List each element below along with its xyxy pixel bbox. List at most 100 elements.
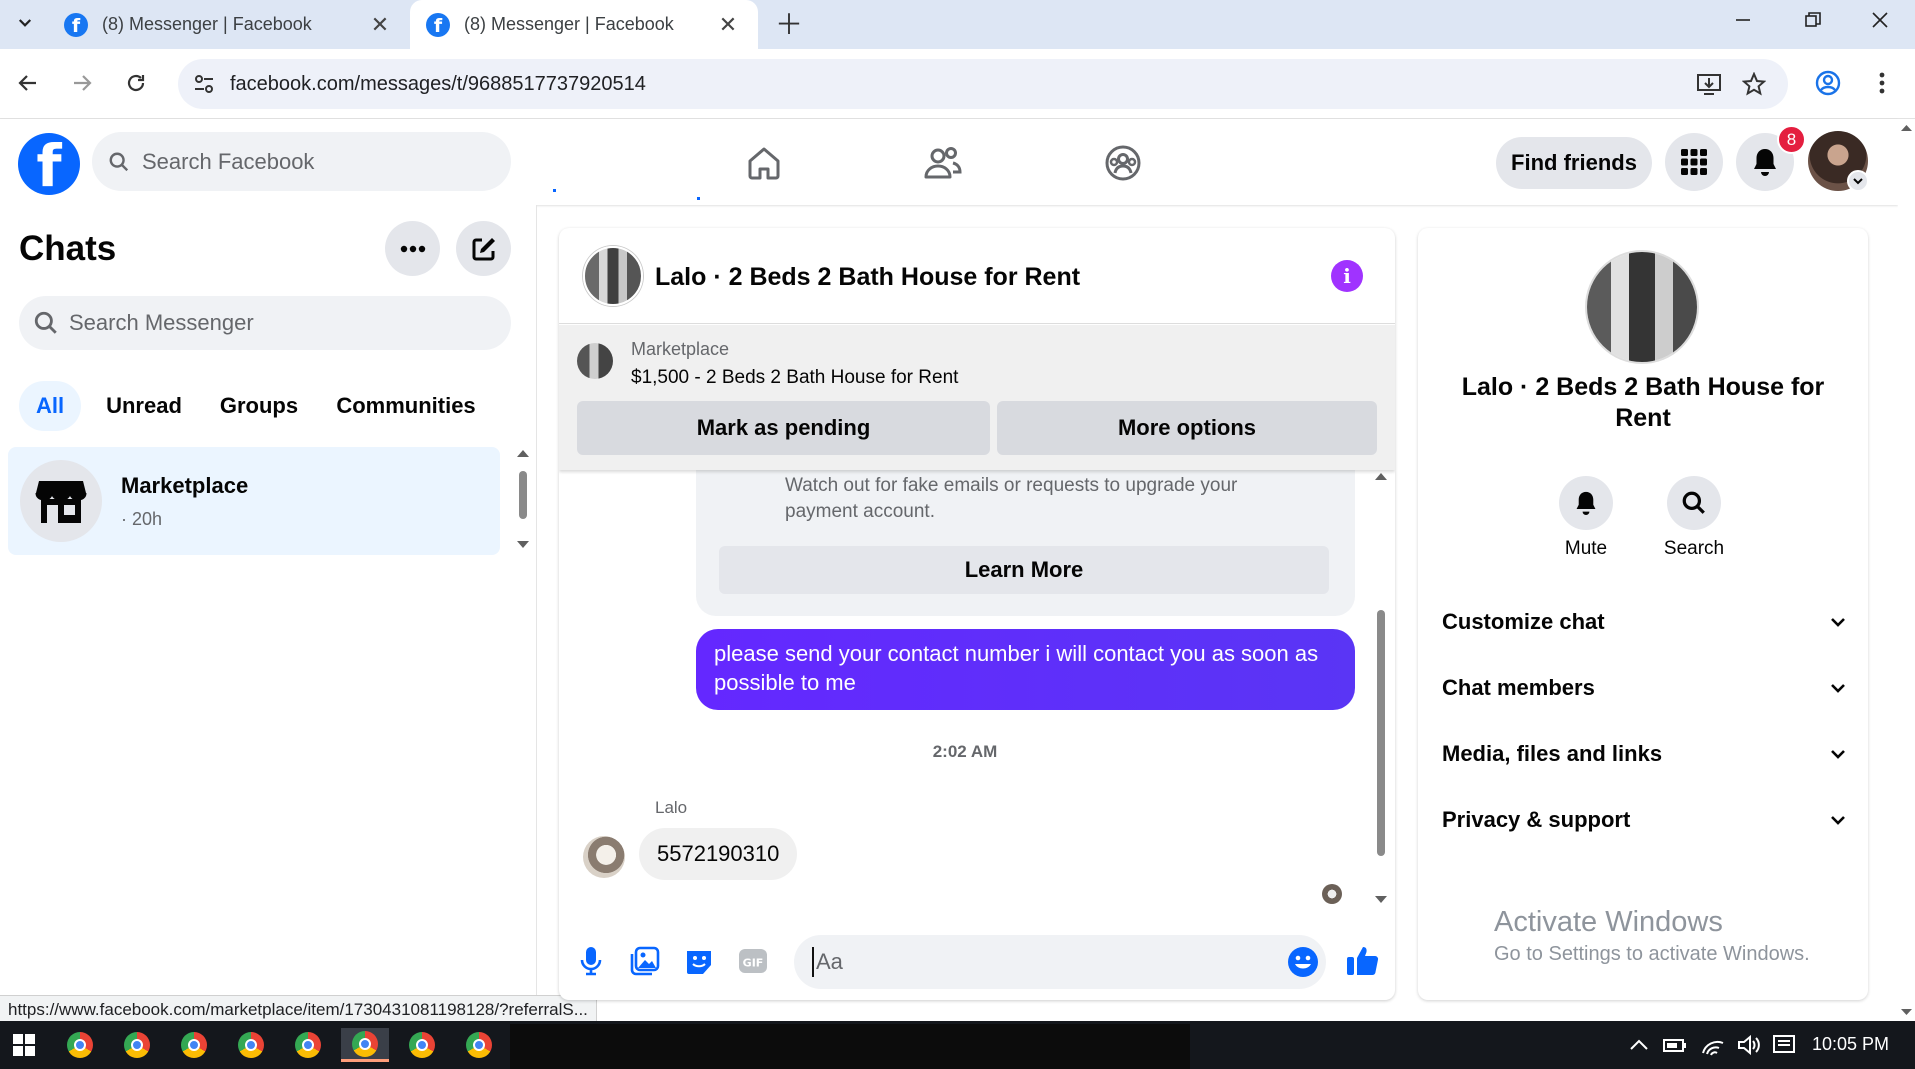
conversation-scrollbar[interactable] — [1369, 468, 1393, 908]
facebook-favicon-icon: f — [64, 12, 88, 37]
account-caret[interactable] — [1847, 170, 1869, 192]
messenger-search-input[interactable]: Search Messenger — [19, 296, 511, 350]
more-options-button[interactable]: More options — [997, 401, 1377, 455]
incoming-message-bubble[interactable]: 5572190310 — [639, 828, 798, 880]
chrome-menu-button[interactable] — [1862, 63, 1902, 103]
taskbar-chrome-4[interactable] — [227, 1028, 275, 1062]
filter-groups[interactable]: Groups — [210, 381, 308, 431]
menu-button[interactable] — [1665, 133, 1723, 191]
forward-button[interactable] — [62, 63, 102, 103]
find-friends-button[interactable]: Find friends — [1496, 137, 1652, 189]
section-media-files-links[interactable]: Media, files and links — [1418, 724, 1868, 784]
tray-overflow-icon[interactable] — [1626, 1033, 1652, 1057]
learn-more-button[interactable]: Learn More — [719, 546, 1329, 594]
emoji-icon[interactable] — [1286, 945, 1320, 979]
friends-icon — [924, 147, 962, 179]
facebook-search-input[interactable]: Search Facebook — [92, 132, 511, 191]
sender-avatar[interactable] — [583, 836, 625, 878]
nav-friends[interactable] — [919, 139, 967, 187]
nav-indicator-dot — [697, 197, 700, 200]
site-settings-icon[interactable] — [192, 72, 216, 96]
attach-photo-button[interactable] — [627, 943, 663, 979]
taskbar-clock[interactable]: 10:05 PM — [1812, 1034, 1889, 1055]
action-center-icon[interactable] — [1771, 1033, 1797, 1057]
voice-clip-button[interactable] — [573, 943, 609, 979]
send-like-button[interactable] — [1342, 939, 1384, 981]
facebook-favicon-icon: f — [426, 12, 450, 37]
storefront-icon — [35, 481, 87, 523]
reload-button[interactable] — [116, 63, 156, 103]
start-button[interactable] — [0, 1028, 48, 1062]
conversation-info-button[interactable]: i — [1331, 260, 1363, 292]
mark-as-pending-button[interactable]: Mark as pending — [577, 401, 990, 455]
address-bar[interactable]: facebook.com/messages/t/9688517737920514 — [178, 59, 1788, 109]
section-label: Media, files and links — [1442, 741, 1663, 766]
sticker-button[interactable] — [681, 943, 717, 979]
new-message-button[interactable] — [456, 221, 511, 276]
taskbar-chrome-2[interactable] — [113, 1028, 161, 1062]
section-chat-members[interactable]: Chat members — [1418, 658, 1868, 718]
nav-groups[interactable] — [1099, 139, 1147, 187]
profile-button[interactable] — [1808, 63, 1848, 103]
chat-list-scrollbar[interactable] — [510, 445, 536, 557]
taskbar-chrome-7[interactable] — [398, 1028, 446, 1062]
photo-icon — [630, 946, 660, 976]
taskbar-preview-area — [510, 1024, 1190, 1069]
taskbar-chrome-8[interactable] — [455, 1028, 503, 1062]
taskbar-chrome-1[interactable] — [56, 1028, 104, 1062]
nav-indicator-dot — [553, 189, 556, 192]
listing-thumbnail[interactable] — [577, 343, 613, 379]
nav-home[interactable] — [740, 139, 788, 187]
page-scrollbar[interactable] — [1898, 119, 1915, 1021]
search-icon — [109, 152, 129, 171]
info-avatar[interactable] — [1587, 252, 1697, 362]
gif-button[interactable]: GIF — [735, 943, 771, 979]
facebook-logo-icon[interactable]: f — [18, 133, 80, 195]
volume-icon[interactable] — [1736, 1033, 1762, 1057]
restore-button[interactable] — [1778, 0, 1848, 40]
chrome-icon — [67, 1032, 93, 1058]
tab-close-icon[interactable]: ✕ — [368, 12, 392, 38]
section-customize-chat[interactable]: Customize chat — [1418, 592, 1868, 652]
chevron-down-icon — [1831, 684, 1845, 693]
chevron-down-icon — [1831, 816, 1845, 825]
message-input[interactable] — [812, 947, 1252, 977]
browser-tab-1[interactable]: f (8) Messenger | Facebook ✕ — [48, 0, 410, 49]
filter-all[interactable]: All — [19, 381, 81, 431]
filter-communities[interactable]: Communities — [325, 381, 487, 431]
kebab-menu-icon — [1879, 72, 1885, 94]
bookmark-star-icon[interactable] — [1742, 72, 1766, 96]
back-button[interactable] — [8, 63, 48, 103]
new-tab-button[interactable]: ＋ — [770, 4, 808, 42]
chat-item-avatar — [20, 460, 102, 542]
chat-list-item[interactable]: Marketplace · 20h — [8, 447, 500, 555]
conversation-avatar[interactable] — [583, 246, 643, 306]
listing-price-title[interactable]: $1,500 - 2 Beds 2 Bath House for Rent — [631, 367, 958, 389]
search-icon — [1682, 491, 1705, 514]
taskbar-chrome-3[interactable] — [170, 1028, 218, 1062]
section-privacy-support[interactable]: Privacy & support — [1418, 790, 1868, 850]
wifi-icon[interactable] — [1700, 1033, 1726, 1057]
account-circle-icon — [1815, 70, 1841, 96]
microphone-icon — [580, 947, 602, 976]
minimize-button[interactable] — [1708, 0, 1778, 40]
bell-icon — [1576, 491, 1596, 515]
conversation-title[interactable]: Lalo · 2 Beds 2 Bath House for Rent — [655, 263, 1080, 292]
browser-toolbar: facebook.com/messages/t/9688517737920514 — [0, 49, 1915, 119]
close-icon — [1872, 12, 1888, 28]
taskbar-chrome-6[interactable] — [341, 1028, 389, 1062]
install-app-icon[interactable] — [1696, 72, 1722, 96]
section-label: Privacy & support — [1442, 807, 1631, 832]
filter-unread[interactable]: Unread — [96, 381, 192, 431]
browser-tab-2[interactable]: f (8) Messenger | Facebook ✕ — [410, 0, 758, 49]
search-in-conversation-action[interactable]: Search — [1654, 476, 1734, 560]
taskbar-chrome-5[interactable] — [284, 1028, 332, 1062]
battery-icon[interactable] — [1662, 1033, 1688, 1057]
svg-text:GIF: GIF — [743, 957, 764, 970]
close-window-button[interactable] — [1845, 0, 1915, 40]
outgoing-message-bubble[interactable]: please send your contact number i will c… — [696, 629, 1355, 710]
chats-options-button[interactable] — [385, 221, 440, 276]
mute-action[interactable]: Mute — [1546, 476, 1626, 560]
tab-search-dropdown[interactable] — [6, 4, 44, 42]
tab-close-icon[interactable]: ✕ — [716, 12, 740, 38]
